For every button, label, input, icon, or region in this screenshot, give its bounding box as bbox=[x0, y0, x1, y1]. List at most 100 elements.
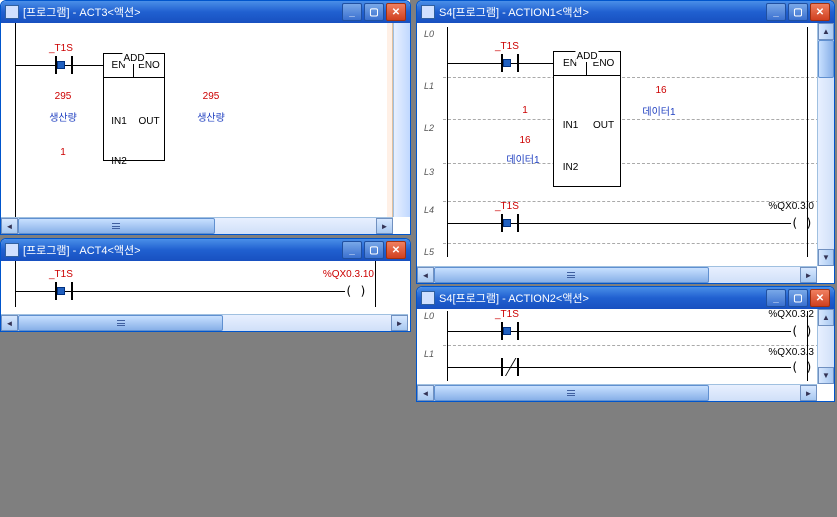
contact-state-r4 bbox=[503, 219, 511, 227]
titlebar-action2[interactable]: S4[프로그램] - ACTION2<액션> _ ▢ ✕ bbox=[417, 287, 834, 309]
output-addr-r0: %QX0.3.2 bbox=[768, 309, 814, 320]
body-action1: L0 L1 L2 L3 L4 L5 _T1S EN ADD bbox=[417, 23, 834, 283]
contact-state bbox=[503, 59, 511, 67]
rung-l5: L5 bbox=[417, 247, 441, 257]
contact-state bbox=[503, 327, 511, 335]
contact-state bbox=[57, 61, 65, 69]
scrollbar-v-action1[interactable]: ▲ ▼ bbox=[817, 23, 834, 266]
output-addr-r1: %QX0.3.3 bbox=[768, 347, 814, 358]
output-coil-r4[interactable]: ( ) bbox=[791, 216, 813, 230]
rung-l3: L3 bbox=[417, 167, 441, 177]
output-addr-r4: %QX0.3.0 bbox=[768, 201, 814, 212]
scroll-right-btn[interactable]: ► bbox=[391, 315, 408, 331]
block-name: ADD bbox=[575, 51, 598, 62]
scroll-up-btn[interactable]: ▲ bbox=[818, 309, 834, 326]
titlebar-act3[interactable]: [프로그램] - ACT3<액션> _ ▢ ✕ bbox=[1, 1, 410, 23]
out-name: 생산량 bbox=[181, 109, 241, 124]
contact-nc[interactable] bbox=[497, 358, 523, 376]
scroll-down-btn[interactable]: ▼ bbox=[818, 249, 834, 266]
in2-pin: IN2 bbox=[554, 154, 587, 180]
in1-pin: IN1 bbox=[554, 112, 587, 138]
rung-l0: L0 bbox=[417, 29, 441, 39]
scrollbar-v-act3[interactable] bbox=[393, 23, 410, 217]
out-value: 295 bbox=[189, 91, 233, 102]
contact-label-t1s: _T1S bbox=[49, 43, 73, 54]
program-icon bbox=[421, 5, 435, 19]
window-action1: S4[프로그램] - ACTION1<액션> _ ▢ ✕ L0 L1 L2 L3… bbox=[416, 0, 835, 284]
in2-value: 16 bbox=[503, 135, 547, 146]
in1-value: 1 bbox=[503, 105, 547, 116]
scroll-right-btn[interactable]: ► bbox=[376, 218, 393, 234]
contact-state bbox=[57, 287, 65, 295]
scrollbar-h-action2[interactable]: ◄ ► bbox=[417, 384, 817, 401]
scrollbar-v-action2[interactable]: ▲ ▼ bbox=[817, 309, 834, 384]
in1-pin: IN1 bbox=[104, 108, 134, 134]
title-action2: S4[프로그램] - ACTION2<액션> bbox=[439, 290, 762, 306]
body-action2: L0 L1 _T1S ( ) %QX0.3.2 ( ) %QX bbox=[417, 309, 834, 401]
output-coil-r1[interactable]: ( ) bbox=[791, 360, 813, 374]
contact-label-t1s: _T1S bbox=[49, 269, 73, 280]
maximize-button[interactable]: ▢ bbox=[788, 3, 808, 21]
scrollbar-h-action1[interactable]: ◄ ► bbox=[417, 266, 817, 283]
body-act3: _T1S EN ADD ENO IN1 OUT IN2 295 생산량 bbox=[1, 23, 410, 234]
in2-name: 데이터1 bbox=[493, 151, 553, 166]
titlebar-action1[interactable]: S4[프로그램] - ACTION1<액션> _ ▢ ✕ bbox=[417, 1, 834, 23]
output-coil-r0[interactable]: ( ) bbox=[791, 324, 813, 338]
minimize-button[interactable]: _ bbox=[342, 241, 362, 259]
scroll-right-btn[interactable]: ► bbox=[800, 267, 817, 283]
out-pin: OUT bbox=[587, 112, 620, 138]
contact-label-t1s: _T1S bbox=[495, 41, 519, 52]
close-button[interactable]: ✕ bbox=[810, 289, 830, 307]
scroll-left-btn[interactable]: ◄ bbox=[417, 267, 434, 283]
maximize-button[interactable]: ▢ bbox=[364, 241, 384, 259]
close-button[interactable]: ✕ bbox=[386, 3, 406, 21]
block-name: ADD bbox=[122, 53, 145, 64]
in1-value: 295 bbox=[41, 91, 85, 102]
scroll-right-btn[interactable]: ► bbox=[800, 385, 817, 401]
ladder-action1: L0 L1 L2 L3 L4 L5 _T1S EN ADD bbox=[417, 23, 834, 283]
body-act4: _T1S ( ) %QX0.3.10 ◄ ► bbox=[1, 261, 410, 331]
title-action1: S4[프로그램] - ACTION1<액션> bbox=[439, 4, 762, 20]
contact-label-t1s: _T1S bbox=[495, 309, 519, 320]
output-addr: %QX0.3.10 bbox=[323, 269, 374, 280]
minimize-button[interactable]: _ bbox=[766, 289, 786, 307]
output-coil[interactable]: ( ) bbox=[345, 284, 367, 298]
minimize-button[interactable]: _ bbox=[342, 3, 362, 21]
program-icon bbox=[421, 291, 435, 305]
title-act3: [프로그램] - ACT3<액션> bbox=[23, 4, 338, 20]
out-name: 데이터1 bbox=[629, 103, 689, 118]
in2-pin: IN2 bbox=[104, 148, 134, 174]
window-act3: [프로그램] - ACT3<액션> _ ▢ ✕ _T1S EN ADD ENO bbox=[0, 0, 411, 235]
rung-l4: L4 bbox=[417, 205, 441, 215]
program-icon bbox=[5, 243, 19, 257]
scroll-left-btn[interactable]: ◄ bbox=[1, 218, 18, 234]
window-action2: S4[프로그램] - ACTION2<액션> _ ▢ ✕ L0 L1 _T1S … bbox=[416, 286, 835, 402]
scrollbar-h-act3[interactable]: ◄ ► bbox=[1, 217, 393, 234]
title-act4: [프로그램] - ACT4<액션> bbox=[23, 242, 338, 258]
out-value: 16 bbox=[639, 85, 683, 96]
window-act4: [프로그램] - ACT4<액션> _ ▢ ✕ _T1S ( ) %QX0.3.… bbox=[0, 238, 411, 332]
in2-value: 1 bbox=[41, 147, 85, 158]
close-button[interactable]: ✕ bbox=[810, 3, 830, 21]
contact-label-r4: _T1S bbox=[495, 201, 519, 212]
scrollbar-h-act4[interactable]: ◄ ► bbox=[1, 314, 408, 331]
scroll-left-btn[interactable]: ◄ bbox=[1, 315, 18, 331]
scroll-left-btn[interactable]: ◄ bbox=[417, 385, 434, 401]
rung-l1: L1 bbox=[417, 81, 441, 91]
maximize-button[interactable]: ▢ bbox=[364, 3, 384, 21]
rung-l1: L1 bbox=[417, 349, 441, 359]
close-button[interactable]: ✕ bbox=[386, 241, 406, 259]
scroll-down-btn[interactable]: ▼ bbox=[818, 367, 834, 384]
out-pin: OUT bbox=[134, 108, 164, 134]
titlebar-act4[interactable]: [프로그램] - ACT4<액션> _ ▢ ✕ bbox=[1, 239, 410, 261]
ladder-act3: _T1S EN ADD ENO IN1 OUT IN2 295 생산량 bbox=[1, 23, 410, 234]
program-icon bbox=[5, 5, 19, 19]
scroll-up-btn[interactable]: ▲ bbox=[818, 23, 834, 40]
rung-l2: L2 bbox=[417, 123, 441, 133]
minimize-button[interactable]: _ bbox=[766, 3, 786, 21]
add-block[interactable]: EN ADD ENO IN1 OUT IN2 bbox=[553, 51, 621, 187]
maximize-button[interactable]: ▢ bbox=[788, 289, 808, 307]
add-block[interactable]: EN ADD ENO IN1 OUT IN2 bbox=[103, 53, 165, 161]
rung-l0: L0 bbox=[417, 311, 441, 321]
in1-name: 생산량 bbox=[33, 109, 93, 124]
